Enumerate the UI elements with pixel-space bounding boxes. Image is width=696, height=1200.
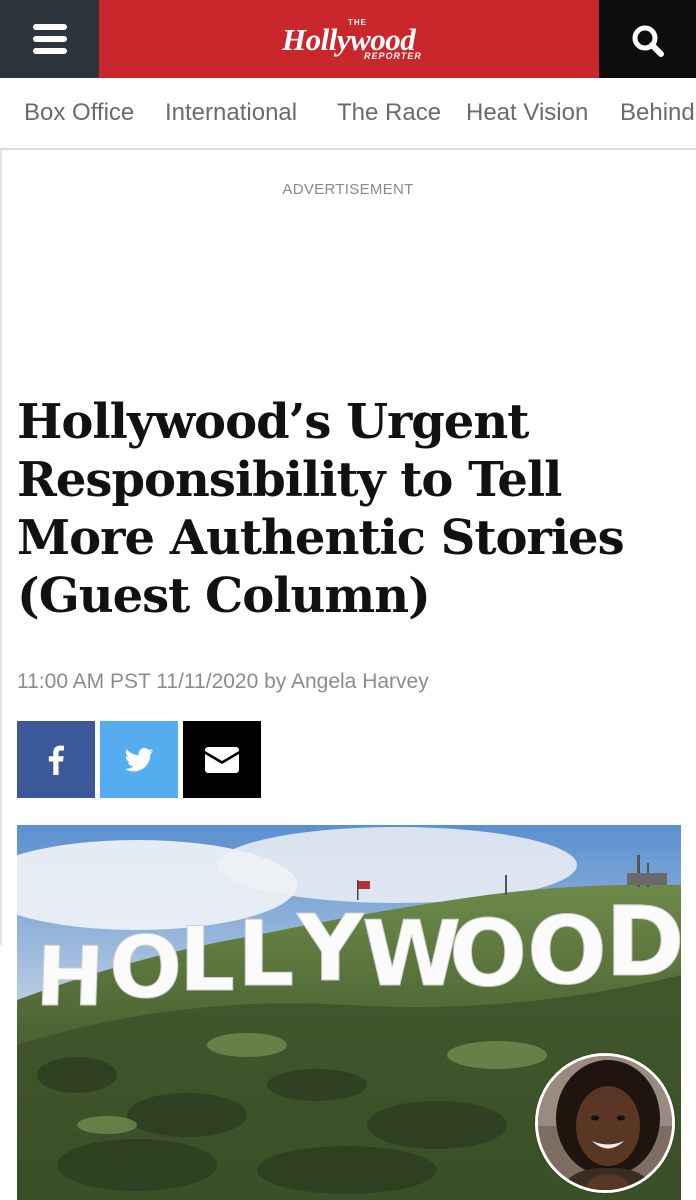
headline-line: (Guest Column)	[17, 568, 431, 624]
nav-item-international[interactable]: International	[165, 99, 297, 127]
author-photo	[538, 1056, 672, 1190]
share-twitter-button[interactable]	[100, 721, 178, 798]
advertisement-slot[interactable]	[0, 205, 696, 375]
svg-text:O: O	[449, 900, 527, 1007]
nav-item-heat-vision[interactable]: Heat Vision	[466, 99, 588, 127]
nav-item-the-race[interactable]: The Race	[337, 99, 441, 127]
twitter-icon	[124, 747, 154, 771]
site-header: THE Hollywood REPORTER	[0, 0, 696, 78]
email-icon	[205, 746, 239, 773]
headline-line: Responsibility to Tell	[17, 452, 562, 508]
svg-text:Y: Y	[296, 895, 365, 1002]
logo-reporter: REPORTER	[364, 51, 422, 61]
svg-text:O: O	[527, 897, 607, 1006]
author-avatar[interactable]	[535, 1053, 675, 1193]
headline-line: More Authentic Stories	[17, 510, 625, 566]
headline-line: Hollywood’s Urgent	[17, 394, 529, 450]
svg-text:W: W	[362, 902, 461, 1007]
svg-text:H: H	[34, 930, 106, 1025]
share-facebook-button[interactable]	[17, 721, 95, 798]
advertisement-label: ADVERTISEMENT	[282, 181, 414, 198]
section-nav: Box Office International The Race Heat V…	[0, 78, 696, 150]
svg-text:O: O	[109, 918, 182, 1018]
search-button[interactable]	[599, 0, 696, 78]
site-logo[interactable]: THE Hollywood REPORTER	[280, 12, 450, 64]
hero-image[interactable]: H O L L Y W O O D	[17, 825, 681, 1200]
nav-item-box-office[interactable]: Box Office	[24, 99, 134, 127]
share-email-button[interactable]	[183, 721, 261, 798]
article-byline: 11:00 AM PST 11/11/2020 by Angela Harvey	[17, 670, 429, 693]
facebook-icon	[48, 745, 64, 775]
search-icon	[632, 25, 664, 57]
svg-text:D: D	[605, 886, 681, 998]
article-headline: Hollywood’s Urgent Responsibility to Tel…	[17, 393, 687, 625]
svg-text:L: L	[237, 902, 294, 1007]
svg-text:L: L	[179, 908, 235, 1011]
nav-item-behind[interactable]: Behind	[620, 99, 695, 127]
menu-button[interactable]	[0, 0, 99, 78]
